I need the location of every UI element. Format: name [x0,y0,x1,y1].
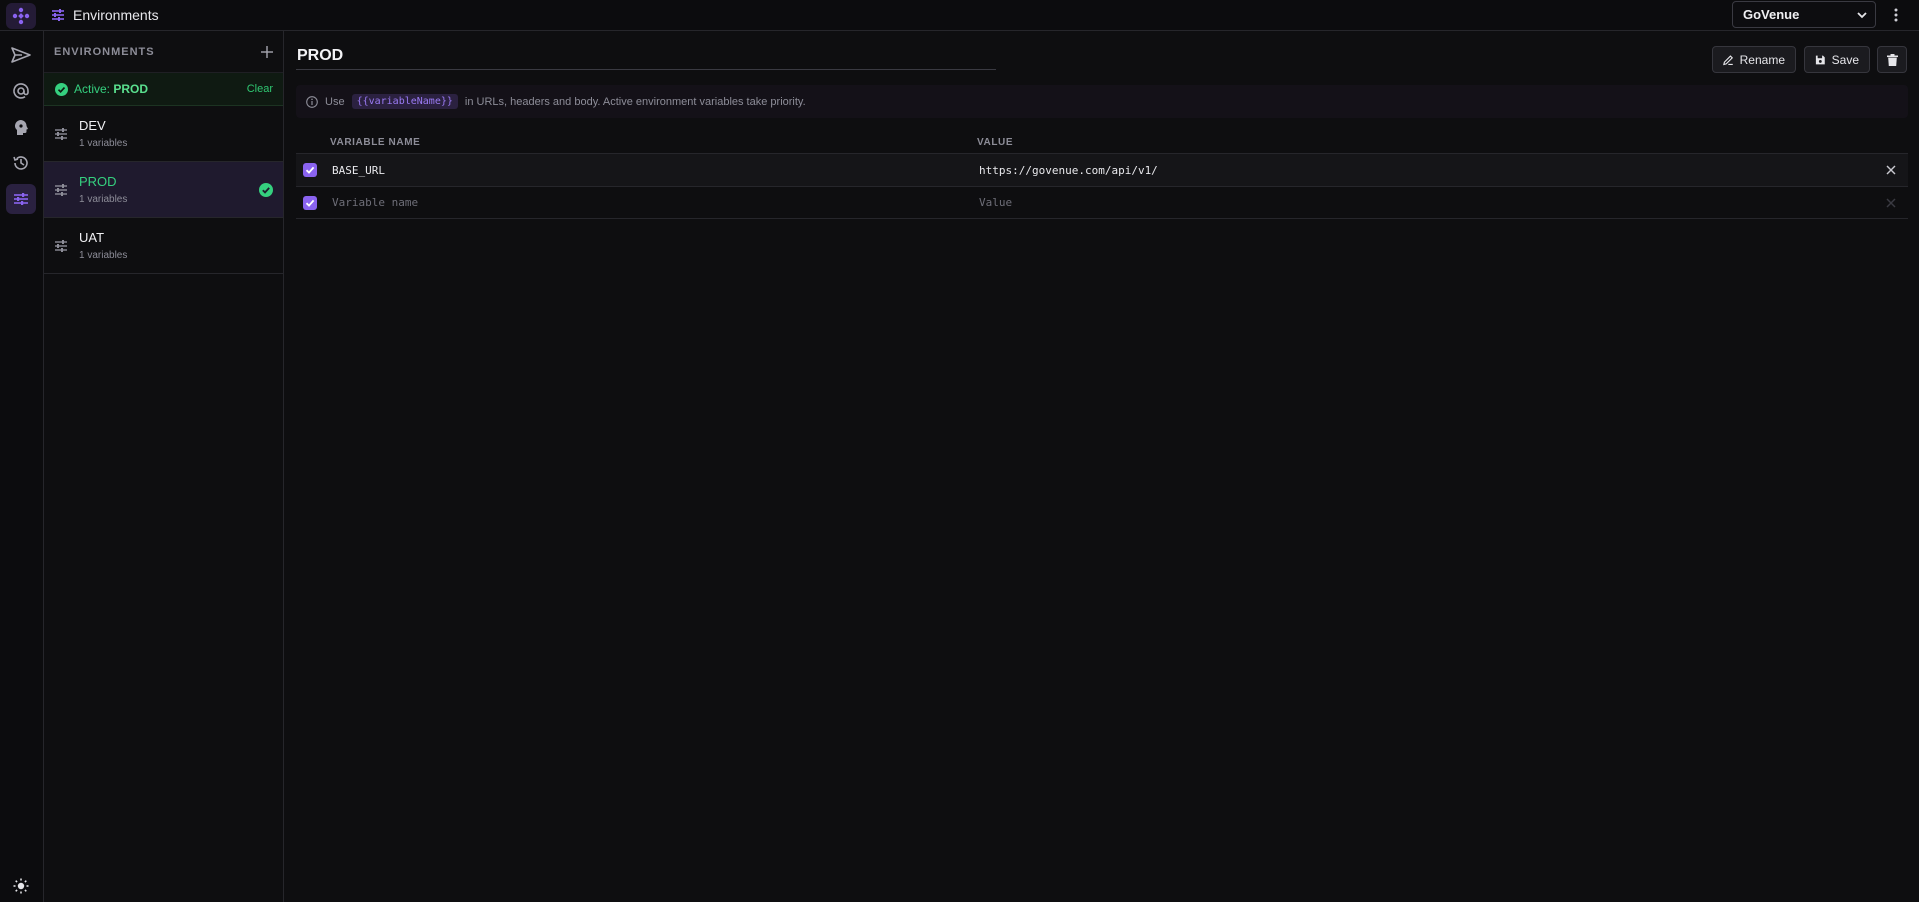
ai-head-icon[interactable] [6,112,36,142]
new-variable-name-input[interactable]: Variable name [332,196,418,209]
sidebar-title: ENVIRONMENTS [54,45,155,58]
save-button-label: Save [1831,52,1859,67]
active-check-icon [259,183,273,197]
active-environment-banner: Active: PROD Clear [44,73,283,106]
environment-variable-count: 1 variables [79,138,128,149]
remove-variable-icon[interactable] [1885,164,1897,176]
info-icon [306,95,318,108]
theme-toggle-sun-icon[interactable] [6,871,36,901]
variables-table-header: VARIABLE NAME VALUE [296,131,1908,153]
new-variable-row: Variable name Value [296,186,1908,219]
check-circle-icon [55,82,68,96]
variable-value-input[interactable]: https://govenue.com/api/v1/ [979,164,1158,177]
workspace-select-value: GoVenue [1743,7,1800,22]
new-variable-value-input[interactable]: Value [979,196,1012,209]
variable-syntax-chip: {{variableName}} [351,94,458,109]
trash-icon [1886,53,1898,66]
app-logo-icon[interactable] [6,3,36,29]
variable-row: BASE_URL https://govenue.com/api/v1/ [296,153,1908,186]
more-options-icon[interactable] [1886,4,1906,26]
environment-name-input[interactable]: PROD [296,46,996,70]
column-header-value: VALUE [977,136,1014,148]
rename-button[interactable]: Rename [1712,46,1796,73]
checkmark-icon [305,199,315,207]
environment-item-uat[interactable]: UAT 1 variables [44,218,283,274]
active-environment-label: Active: PROD [74,82,149,96]
environment-item-dev[interactable]: DEV 1 variables [44,106,283,162]
environment-sliders-icon [55,127,67,140]
environment-variable-count: 1 variables [79,250,128,261]
save-button[interactable]: Save [1804,46,1870,73]
clear-active-button[interactable]: Clear [247,83,273,95]
send-request-icon[interactable] [6,40,36,70]
environments-nav-icon[interactable] [6,184,36,214]
sidebar-header: ENVIRONMENTS [44,31,283,73]
remove-variable-icon[interactable] [1885,197,1897,209]
variable-enabled-checkbox[interactable] [303,163,317,177]
rename-button-label: Rename [1739,52,1785,67]
environment-sliders-icon [55,239,67,252]
workspace-select[interactable]: GoVenue [1732,1,1876,28]
environments-icon [52,9,64,21]
new-variable-enabled-checkbox[interactable] [303,196,317,210]
chevron-down-icon [1857,12,1867,19]
floppy-disk-icon [1815,55,1825,64]
environment-name: PROD [79,174,117,189]
history-icon[interactable] [6,148,36,178]
environment-variable-count: 1 variables [79,194,128,205]
environment-name: DEV [79,118,106,133]
add-environment-icon[interactable] [261,45,273,58]
top-bar: Environments GoVenue [0,0,1919,31]
usage-hint-prefix: Use [325,95,345,108]
nav-rail [0,31,44,902]
checkmark-icon [305,166,315,174]
environment-item-prod[interactable]: PROD 1 variables [44,162,283,218]
page-header: Environments [51,0,159,30]
variables-table: VARIABLE NAME VALUE BASE_URL https://gov… [296,131,1908,219]
environments-sidebar: ENVIRONMENTS Active: PROD Clear DEV 1 va… [44,31,284,902]
environment-editor: PROD Rename Save Use {{variableName}} in… [284,31,1919,902]
environment-name: UAT [79,230,105,245]
column-header-name: VARIABLE NAME [330,136,421,148]
delete-environment-button[interactable] [1877,46,1907,73]
at-sign-icon[interactable] [6,76,36,106]
usage-hint-text: in URLs, headers and body. Active enviro… [464,95,806,108]
usage-hint: Use {{variableName}} in URLs, headers an… [296,85,1908,118]
pencil-icon [1723,54,1734,65]
variable-name-input[interactable]: BASE_URL [332,164,385,177]
page-title: Environments [73,7,159,23]
environment-sliders-icon [55,183,67,196]
